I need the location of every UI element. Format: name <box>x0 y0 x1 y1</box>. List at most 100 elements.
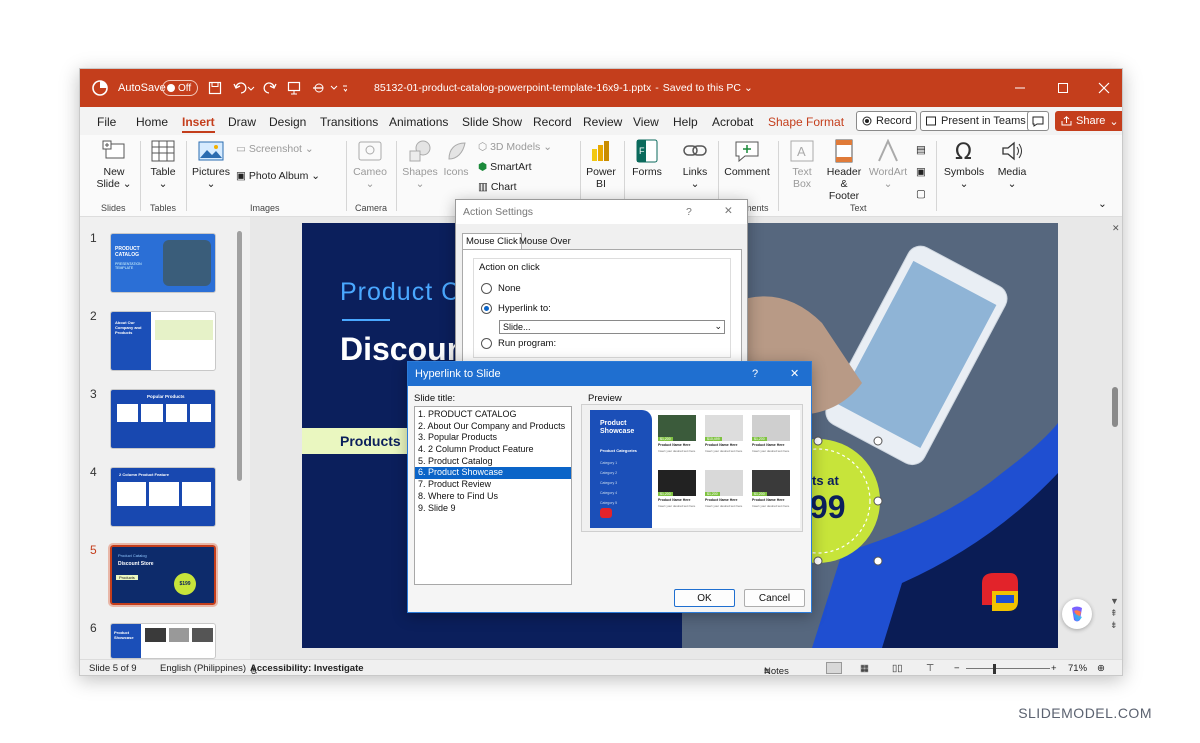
tab-help[interactable]: Help <box>673 115 698 129</box>
option-hyperlink[interactable]: Hyperlink to: <box>481 303 551 314</box>
option-none[interactable]: None <box>481 283 521 294</box>
forms-button[interactable]: F Forms <box>630 139 664 178</box>
comment-button[interactable]: Comment <box>724 139 770 178</box>
tab-transitions[interactable]: Transitions <box>320 115 378 129</box>
close-icon[interactable]: ✕ <box>724 205 733 217</box>
radio-none[interactable] <box>481 283 492 294</box>
list-item[interactable]: 2. About Our Company and Products <box>415 421 571 433</box>
new-slide-button[interactable]: New Slide ⌄ <box>96 139 132 190</box>
wordart-button[interactable]: WordArt ⌄ <box>866 139 910 190</box>
chart-button[interactable]: ▥ Chart <box>478 181 556 193</box>
radio-hyperlink[interactable] <box>481 303 492 314</box>
language[interactable]: English (Philippines) <box>160 663 246 674</box>
share-button[interactable]: Share ⌄ <box>1055 111 1122 131</box>
tab-file[interactable]: File <box>97 115 116 129</box>
icons-button[interactable]: Icons <box>440 139 472 178</box>
tab-animations[interactable]: Animations <box>389 115 448 129</box>
tab-insert[interactable]: Insert <box>182 115 215 133</box>
zoom-slider-thumb[interactable] <box>993 664 996 674</box>
date-time-icon[interactable]: ▤ <box>916 144 926 156</box>
symbols-button[interactable]: Ω Symbols ⌄ <box>942 139 986 190</box>
table-button[interactable]: Table ⌄ <box>148 139 178 190</box>
save-icon[interactable] <box>208 69 222 107</box>
help-icon[interactable]: ? <box>686 206 692 218</box>
photo-album-button[interactable]: ▣ Photo Album ⌄ <box>236 170 326 182</box>
shapes-button[interactable]: Shapes ⌄ <box>402 139 438 190</box>
autosave-toggle[interactable]: Off <box>162 80 198 96</box>
list-item[interactable]: 1. PRODUCT CATALOG <box>415 409 571 421</box>
thumbnail-slide-1[interactable]: PRODUCT CATALOG PRESENTATION TEMPLATE <box>110 233 216 293</box>
list-item[interactable]: 9. Slide 9 <box>415 503 571 515</box>
maximize-icon[interactable] <box>1057 69 1069 107</box>
fit-to-window-icon[interactable]: ⊕ <box>1097 663 1105 674</box>
chevron-down-icon[interactable]: ⌄ <box>744 82 753 94</box>
screenshot-button[interactable]: ▭ Screenshot ⌄ <box>236 143 326 155</box>
zoom-slider[interactable] <box>966 668 1050 669</box>
help-icon[interactable]: ? <box>752 368 758 380</box>
zoom-level[interactable]: 71% <box>1068 663 1087 674</box>
reading-view-icon[interactable]: ▯▯ <box>892 663 902 674</box>
slide-title-list[interactable]: 1. PRODUCT CATALOG 2. About Our Company … <box>414 406 572 585</box>
tab-shape-format[interactable]: Shape Format <box>768 115 844 129</box>
tab-record[interactable]: Record <box>533 115 572 129</box>
tab-slide-show[interactable]: Slide Show <box>462 115 522 129</box>
ribbon-collapse-icon[interactable]: ⌄ <box>1098 198 1107 210</box>
tab-home[interactable]: Home <box>136 115 168 129</box>
list-item[interactable]: 3. Popular Products <box>415 432 571 444</box>
zoom-in-icon[interactable]: + <box>1051 663 1057 674</box>
cancel-button[interactable]: Cancel <box>744 589 805 607</box>
pictures-button[interactable]: Pictures ⌄ <box>192 139 230 190</box>
text-box-button[interactable]: A Text Box <box>784 139 820 190</box>
thumbnail-slide-6[interactable]: Product Showcase <box>110 623 216 659</box>
media-button[interactable]: Media ⌄ <box>992 139 1032 190</box>
present-in-teams-button[interactable]: Present in Teams <box>920 111 1032 131</box>
comments-button[interactable] <box>1027 111 1049 131</box>
list-item-selected[interactable]: 6. Product Showcase <box>415 467 571 480</box>
thumbnail-slide-2[interactable]: About Our Company and Products <box>110 311 216 371</box>
thumbnail-slide-4[interactable]: 2 Column Product Feature <box>110 467 216 527</box>
3d-models-button[interactable]: ⬡ 3D Models ⌄ <box>478 141 556 153</box>
radio-run-program[interactable] <box>481 338 492 349</box>
canvas-scrollbar[interactable] <box>1112 387 1118 427</box>
tab-draw[interactable]: Draw <box>228 115 256 129</box>
tab-mouse-over[interactable]: Mouse Over <box>516 234 574 249</box>
scroll-arrows[interactable]: ▼ ⇞ ⇟ <box>1110 595 1119 631</box>
pane-close-icon[interactable]: ✕ <box>1112 223 1120 234</box>
thumbnails-scrollbar[interactable] <box>237 231 242 481</box>
present-from-beginning-icon[interactable] <box>287 69 301 107</box>
customize-toolbar-icon[interactable] <box>311 69 347 107</box>
list-item[interactable]: 5. Product Catalog <box>415 456 571 468</box>
smartart-button[interactable]: ⬢ SmartArt <box>478 161 556 173</box>
cameo-button[interactable]: Cameo ⌄ <box>352 139 388 190</box>
normal-view-icon[interactable] <box>826 662 842 674</box>
accessibility-status[interactable]: ♿︎ Accessibility: Investigate <box>250 663 364 675</box>
list-item[interactable]: 8. Where to Find Us <box>415 491 571 503</box>
undo-icon[interactable] <box>233 69 255 107</box>
option-run-program[interactable]: Run program: <box>481 338 556 349</box>
close-icon[interactable] <box>1098 69 1110 107</box>
copilot-button[interactable] <box>1062 599 1092 629</box>
tab-mouse-click[interactable]: Mouse Click <box>462 233 522 249</box>
slide-number-icon[interactable]: ▣ <box>916 166 926 178</box>
slide-show-icon[interactable]: ⊤ <box>926 663 934 674</box>
slide-sorter-icon[interactable]: ▦ <box>860 663 869 674</box>
list-item[interactable]: 4. 2 Column Product Feature <box>415 444 571 456</box>
thumbnail-slide-5[interactable]: Product Catalog Discount Store Products … <box>108 543 218 607</box>
tab-design[interactable]: Design <box>269 115 306 129</box>
thumbnail-slide-3[interactable]: Popular Products <box>110 389 216 449</box>
close-icon[interactable]: ✕ <box>790 367 799 380</box>
tab-review[interactable]: Review <box>583 115 622 129</box>
power-bi-button[interactable]: Power BI <box>584 139 618 190</box>
text-small-buttons[interactable]: ▤ ▣ ▢ <box>914 139 928 205</box>
ok-button[interactable]: OK <box>674 589 735 607</box>
links-button[interactable]: Links ⌄ <box>678 139 712 190</box>
hyperlink-select[interactable]: Slide... ⌄ <box>499 320 725 334</box>
minimize-icon[interactable] <box>1014 69 1026 107</box>
object-icon[interactable]: ▢ <box>916 188 926 200</box>
zoom-out-icon[interactable]: − <box>954 663 960 674</box>
header-footer-button[interactable]: Header & Footer <box>824 139 864 202</box>
tab-view[interactable]: View <box>633 115 659 129</box>
redo-icon[interactable] <box>262 69 278 107</box>
list-item[interactable]: 7. Product Review <box>415 479 571 491</box>
tab-acrobat[interactable]: Acrobat <box>712 115 753 129</box>
